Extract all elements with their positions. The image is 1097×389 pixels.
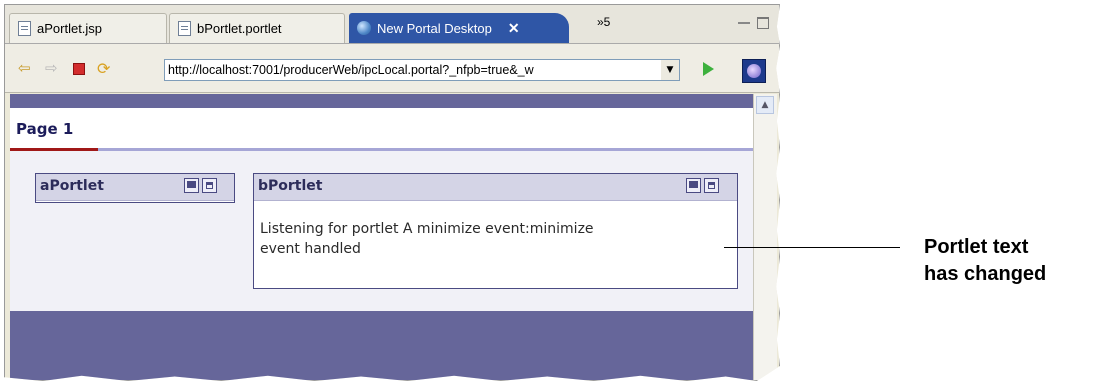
back-arrow-icon[interactable]: ⇦ [18,61,31,76]
tab-overflow-indicator[interactable]: »5 [597,15,610,29]
editor-tab-bar: aPortlet.jsp bPortlet.portlet New Portal… [5,5,779,44]
close-tab-icon[interactable]: ✕ [508,20,520,37]
aportlet-titlebar: aPortlet [36,174,234,201]
tab-aportlet-jsp[interactable]: aPortlet.jsp [9,13,167,43]
editor-window: aPortlet.jsp bPortlet.portlet New Portal… [4,4,780,381]
bportlet-title: bPortlet [258,178,323,194]
maximize-view-button[interactable] [757,17,769,29]
maximize-icon[interactable] [704,178,719,193]
portal-page: Page 1 aPortlet bPortlet Listening for p… [10,94,753,380]
minimize-icon[interactable] [184,178,199,193]
bportlet-content: Listening for portlet A minimize event:m… [260,219,740,259]
callout-annotation: Portlet text has changed [924,234,1046,288]
forward-arrow-icon[interactable]: ⇨ [45,61,58,76]
tab-bportlet-portlet[interactable]: bPortlet.portlet [169,13,345,43]
aportlet-window: aPortlet [35,173,235,203]
bportlet-window: bPortlet Listening for portlet A minimiz… [253,173,738,289]
minimize-view-button[interactable] [738,22,750,24]
page-tab-page-1[interactable]: Page 1 [16,120,73,138]
tab-new-portal-desktop[interactable]: New Portal Desktop ✕ [349,13,569,43]
refresh-icon[interactable]: ⟳ [97,61,110,77]
aportlet-title: aPortlet [40,178,104,194]
callout-line-1: Portlet text [924,236,1029,258]
maximize-icon[interactable] [202,178,217,193]
go-arrow-icon[interactable] [703,62,714,76]
minimize-icon[interactable] [686,178,701,193]
page-tab-underline [10,148,753,151]
vertical-scrollbar[interactable]: ▲ [753,94,777,380]
portal-footer-band [10,311,753,380]
callout-pointer-line [724,247,900,248]
active-page-indicator [10,148,98,151]
jsp-file-icon [18,21,31,36]
stop-icon[interactable] [73,63,85,75]
tab-label: aPortlet.jsp [37,21,103,36]
eclipse-icon[interactable] [742,59,766,83]
bportlet-text-line: event handled [260,241,361,257]
tab-label: New Portal Desktop [377,20,492,36]
bportlet-titlebar: bPortlet [254,174,737,201]
portlet-file-icon [178,21,191,36]
url-input[interactable]: http://localhost:7001/producerWeb/ipcLoc… [164,59,662,81]
tab-label: bPortlet.portlet [197,21,282,36]
page-tab-strip [10,108,753,148]
portal-header-band [10,94,753,108]
callout-line-2: has changed [924,263,1047,285]
bportlet-text-line: Listening for portlet A minimize event:m… [260,221,594,237]
url-dropdown-icon[interactable]: ▼ [661,59,680,81]
globe-icon [357,21,371,35]
browser-toolbar: ⇦ ⇨ ⟳ http://localhost:7001/producerWeb/… [5,44,779,93]
scroll-up-icon[interactable]: ▲ [756,96,774,114]
